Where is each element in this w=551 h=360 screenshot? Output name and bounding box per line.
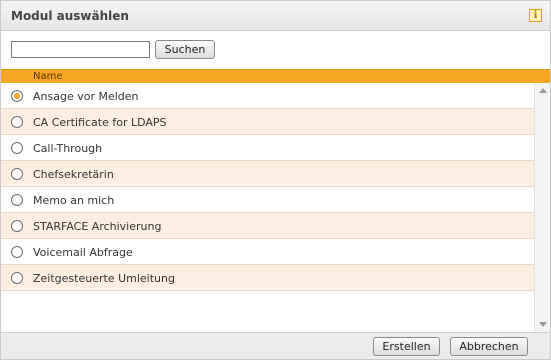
dialog-footer: Erstellen Abbrechen	[1, 332, 550, 359]
list-item[interactable]: Voicemail Abfrage	[1, 239, 534, 265]
list-item-label: Call-Through	[33, 142, 103, 155]
list-item[interactable]: Zeitgesteuerte Umleitung	[1, 265, 534, 291]
module-list: Name Ansage vor Melden CA Certificate fo…	[1, 69, 550, 332]
cancel-button[interactable]: Abbrechen	[450, 337, 528, 356]
vertical-scrollbar[interactable]	[534, 83, 550, 332]
radio-button[interactable]	[11, 272, 23, 284]
search-bar: Suchen	[1, 32, 550, 68]
dialog-title: Modul auswählen	[11, 9, 129, 23]
list-item[interactable]: CA Certificate for LDAPS	[1, 109, 534, 135]
list-item[interactable]: Ansage vor Melden	[1, 83, 534, 109]
scroll-up-icon[interactable]	[539, 88, 547, 93]
list-item[interactable]: Call-Through	[1, 135, 534, 161]
radio-button[interactable]	[11, 90, 23, 102]
list-item-label: CA Certificate for LDAPS	[33, 116, 167, 129]
list-item-label: STARFACE Archivierung	[33, 220, 162, 233]
list-item-label: Voicemail Abfrage	[33, 246, 133, 259]
info-icon[interactable]: i	[529, 9, 542, 22]
search-input[interactable]	[11, 41, 150, 58]
radio-button[interactable]	[11, 116, 23, 128]
radio-button[interactable]	[11, 142, 23, 154]
search-button[interactable]: Suchen	[155, 40, 215, 59]
radio-button[interactable]	[11, 168, 23, 180]
list-item[interactable]: STARFACE Archivierung	[1, 213, 534, 239]
list-item-label: Ansage vor Melden	[33, 90, 139, 103]
create-button[interactable]: Erstellen	[373, 337, 440, 356]
list-item-label: Memo an mich	[33, 194, 115, 207]
radio-button[interactable]	[11, 220, 23, 232]
radio-button[interactable]	[11, 194, 23, 206]
module-rows: Ansage vor Melden CA Certificate for LDA…	[1, 83, 534, 291]
list-item-label: Zeitgesteuerte Umleitung	[33, 272, 175, 285]
list-item-label: Chefsekretärin	[33, 168, 114, 181]
list-item[interactable]: Memo an mich	[1, 187, 534, 213]
list-item[interactable]: Chefsekretärin	[1, 161, 534, 187]
module-select-dialog: Modul auswählen i Suchen Name Ansage vor…	[0, 0, 551, 360]
column-header-name[interactable]: Name	[1, 69, 550, 83]
radio-button[interactable]	[11, 246, 23, 258]
column-header-label: Name	[33, 71, 63, 82]
dialog-titlebar: Modul auswählen i	[1, 1, 550, 31]
scroll-down-icon[interactable]	[539, 322, 547, 327]
